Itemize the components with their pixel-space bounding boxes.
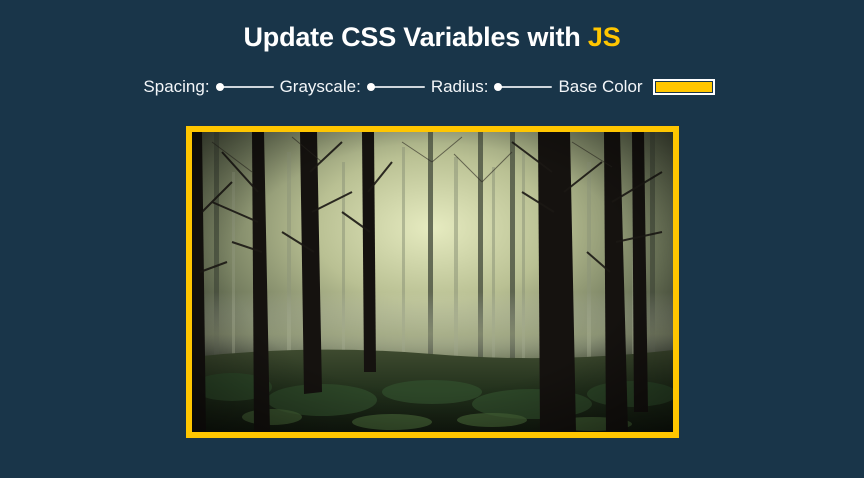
base-color-label: Base Color (558, 77, 643, 96)
page-title: Update CSS Variables with JS (0, 20, 864, 54)
radius-slider[interactable] (494, 81, 553, 93)
grayscale-slider-track (370, 86, 425, 88)
radius-control: Radius: (431, 77, 553, 97)
radius-slider-track (498, 86, 553, 88)
title-highlight: JS (587, 22, 621, 52)
spacing-slider-track (219, 86, 274, 88)
page: Update CSS Variables with JS Spacing: Gr… (0, 0, 864, 478)
base-color-control: Base Color (558, 77, 715, 97)
radius-slider-thumb[interactable] (494, 83, 503, 91)
grayscale-control: Grayscale: (280, 77, 425, 97)
base-color-picker[interactable] (652, 79, 715, 95)
spacing-slider[interactable] (215, 81, 274, 93)
spacing-slider-thumb[interactable] (215, 83, 224, 91)
forest-image-frame (186, 126, 679, 438)
forest-image (192, 132, 673, 432)
base-color-swatch-fill (655, 82, 712, 92)
grayscale-slider[interactable] (366, 81, 425, 93)
radius-label: Radius: (430, 77, 489, 96)
spacing-label: Spacing: (143, 77, 210, 96)
grayscale-slider-thumb[interactable] (366, 83, 375, 91)
grayscale-label: Grayscale: (279, 77, 361, 96)
spacing-control: Spacing: (143, 77, 274, 97)
title-text: Update CSS Variables with (243, 22, 588, 52)
controls-bar: Spacing: Grayscale: Radius: Base Color (0, 74, 864, 100)
